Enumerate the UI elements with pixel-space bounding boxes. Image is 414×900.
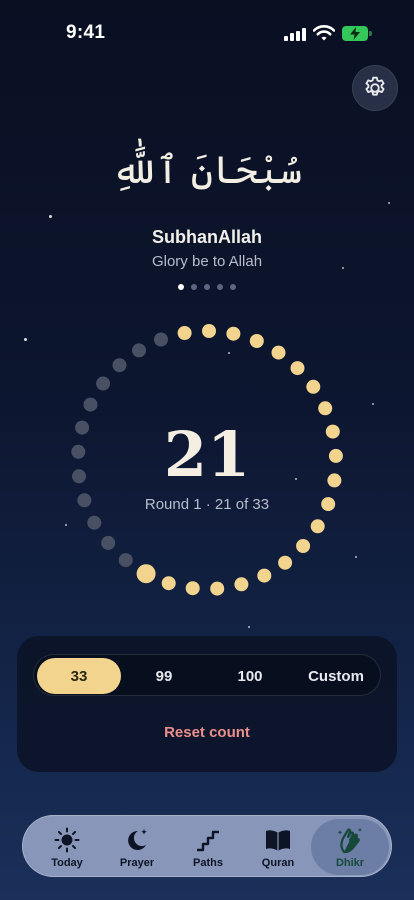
bead-filled <box>136 564 156 584</box>
arabic-dhikr-text: سُبْحَانَ ٱللَّٰهِ <box>111 148 303 192</box>
bead-filled <box>290 361 305 376</box>
status-time: 9:41 <box>66 22 106 43</box>
target-option-custom[interactable]: Custom <box>294 658 378 694</box>
stairs-icon <box>194 826 222 854</box>
bead-filled <box>161 576 176 591</box>
bead-empty <box>83 397 98 412</box>
page-dot[interactable] <box>178 284 184 290</box>
tab-label: Dhikr <box>335 857 365 869</box>
tab-prayer[interactable]: Prayer <box>102 816 172 878</box>
transliteration: SubhanAllah <box>151 227 262 247</box>
meaning: Glory be to Allah <box>151 253 263 270</box>
tab-label: Today <box>51 857 83 869</box>
moon-stars-icon <box>123 826 151 854</box>
bead-filled <box>296 539 311 553</box>
bead-empty <box>101 535 116 550</box>
bead-filled <box>310 519 325 534</box>
count-control-card: 33 99 100 Custom Reset count <box>17 636 397 772</box>
target-option-99[interactable]: 99 <box>122 658 206 694</box>
bead-empty <box>112 358 127 373</box>
tab-label: Prayer <box>119 857 155 869</box>
target-selector: 33 99 100 Custom <box>33 654 381 696</box>
signal-icon <box>284 28 306 41</box>
bead-filled <box>234 577 249 592</box>
gear-icon <box>365 76 385 96</box>
tab-dhikr[interactable]: Dhikr <box>311 819 389 875</box>
bead-filled <box>257 568 272 583</box>
settings-button[interactable] <box>352 65 398 111</box>
sun-icon <box>53 826 81 854</box>
bead-filled <box>210 581 225 596</box>
target-option-33[interactable]: 33 <box>37 658 121 694</box>
bead-empty <box>96 376 111 391</box>
bead-filled <box>271 345 286 360</box>
tab-paths[interactable]: Paths <box>173 816 243 878</box>
bead-filled <box>185 581 200 596</box>
tab-bar: Today Prayer Paths Quran Dhikr <box>22 815 392 877</box>
page-dot[interactable] <box>217 284 223 290</box>
tab-label: Paths <box>193 857 223 869</box>
page-dot[interactable] <box>191 284 197 290</box>
bead-empty <box>154 332 168 347</box>
round-progress-text: Round 1 · 21 of 33 <box>144 496 270 513</box>
bead-filled <box>306 379 321 394</box>
tab-label: Quran <box>261 857 295 869</box>
count-value: 21 <box>163 418 251 491</box>
page-dot[interactable] <box>230 284 236 290</box>
page-indicator[interactable] <box>0 284 414 290</box>
bead-filled <box>202 324 216 338</box>
tab-quran[interactable]: Quran <box>243 816 313 878</box>
bead-empty <box>118 553 133 568</box>
page-dot[interactable] <box>204 284 210 290</box>
bead-filled <box>249 334 264 348</box>
bead-empty <box>87 515 102 530</box>
bead-filled <box>226 326 241 341</box>
target-option-100[interactable]: 100 <box>208 658 292 694</box>
reset-count-button[interactable]: Reset count <box>17 724 397 741</box>
praying-hands-icon <box>336 826 364 854</box>
status-bar: 9:41 <box>0 0 414 60</box>
bead-filled <box>278 555 293 570</box>
tab-today[interactable]: Today <box>32 816 102 878</box>
battery-charging-icon <box>342 26 372 41</box>
bead-filled <box>318 401 333 416</box>
bead-filled <box>177 326 192 340</box>
wifi-icon <box>312 24 336 42</box>
bead-empty <box>132 343 146 358</box>
book-icon <box>264 826 292 854</box>
